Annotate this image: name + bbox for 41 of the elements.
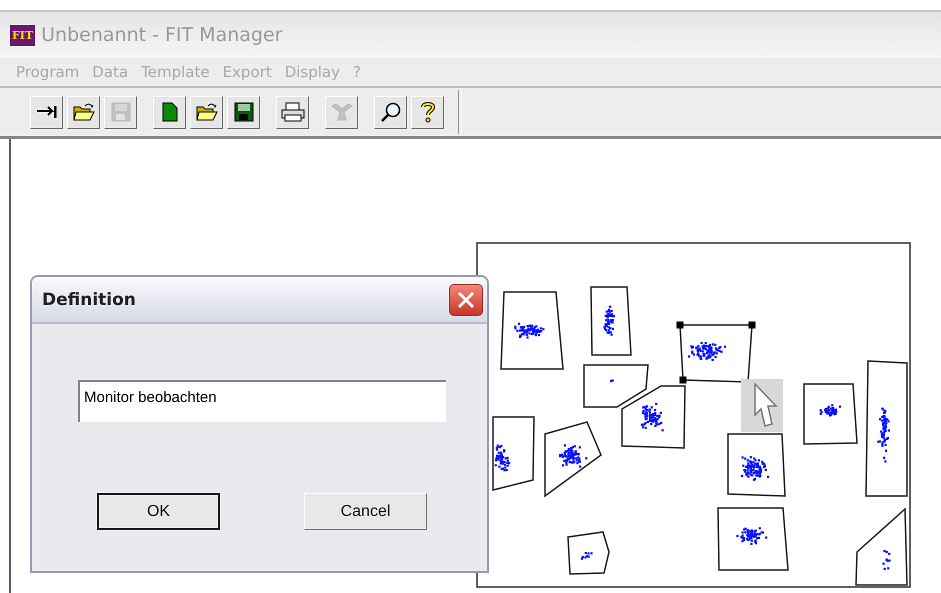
help-icon [420,101,436,123]
menu-item[interactable]: Program [16,63,80,81]
folder-icon [196,102,218,122]
close-icon [457,290,475,308]
cluster-region[interactable] [544,421,602,498]
menu-item[interactable]: ? [352,63,361,81]
menu-item[interactable]: Export [222,63,272,81]
toolbar-button[interactable] [227,96,260,128]
cluster-region[interactable] [855,507,908,586]
menu-item[interactable]: Data [92,63,128,81]
toolbar-button[interactable] [276,96,309,128]
folder-icon [72,102,94,122]
menu-item[interactable]: Display [284,63,340,81]
toolbar-button[interactable] [190,96,223,128]
cluster-region[interactable] [727,433,786,497]
cursor-icon [741,379,783,432]
cluster-region[interactable] [500,291,564,370]
toolbar-button[interactable] [374,96,407,128]
toolbar-button[interactable] [153,96,186,128]
dialog-button[interactable]: Cancel [304,493,427,530]
window-title: Unbenannt - FIT Manager [41,24,282,46]
toolbar-button[interactable] [30,96,63,128]
toolbar-button[interactable] [67,96,100,128]
cluster-region[interactable] [590,286,632,356]
menu-item[interactable]: Template [141,63,210,81]
page-icon [162,102,178,122]
search-icon [380,101,402,123]
tool-icon [330,102,354,122]
toolbar-button[interactable] [411,96,444,128]
cluster-region[interactable] [803,383,858,445]
cluster-region[interactable] [676,322,756,384]
app-icon: FIT [10,24,36,46]
input-field[interactable]: Monitor beobachten [78,380,446,422]
dialog-button[interactable]: OK [97,493,220,530]
cluster-region[interactable] [492,416,535,491]
cluster-region[interactable] [717,507,789,571]
close-button[interactable] [449,284,483,316]
exit-icon [36,106,58,118]
dialog-title: Definition [42,290,136,310]
cluster-region[interactable] [865,360,908,497]
printer-icon [280,102,304,122]
